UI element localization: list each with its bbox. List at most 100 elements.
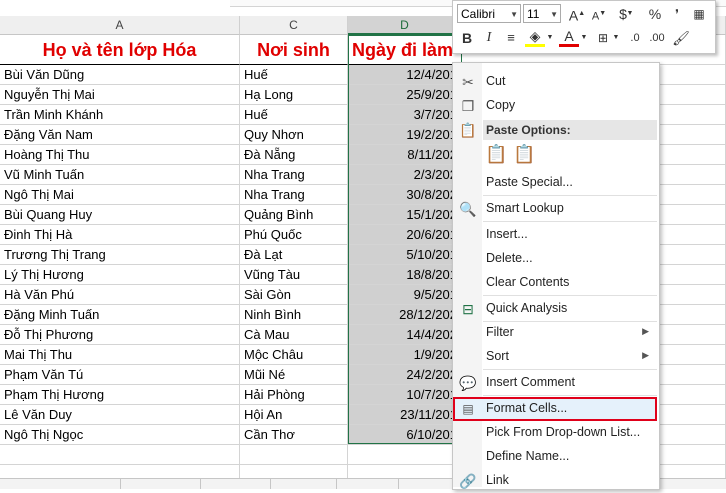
chevron-down-icon[interactable]: ▼ bbox=[579, 28, 589, 48]
empty-cell[interactable] bbox=[0, 445, 240, 465]
table-cell-place[interactable]: Nha Trang bbox=[240, 165, 348, 185]
table-cell-place[interactable]: Huế bbox=[240, 65, 348, 85]
table-cell-date[interactable]: 18/8/201 bbox=[348, 265, 462, 285]
format-painter-icon[interactable]: 🖌 bbox=[671, 28, 691, 48]
paste-keep-formatting-icon[interactable]: 📋 bbox=[485, 144, 507, 165]
menu-item-clear-contents[interactable]: Clear Contents bbox=[453, 271, 657, 295]
table-cell-place[interactable]: Cần Thơ bbox=[240, 425, 348, 445]
table-cell-date[interactable]: 15/1/202 bbox=[348, 205, 462, 225]
menu-item-quick-analysis[interactable]: ⊟ Quick Analysis bbox=[453, 297, 657, 321]
menu-item-insert-comment[interactable]: 💬 Insert Comment bbox=[453, 371, 657, 395]
chevron-down-icon[interactable]: ▼ bbox=[545, 28, 555, 48]
font-color-icon[interactable]: A bbox=[559, 28, 579, 47]
bold-icon[interactable]: B bbox=[457, 28, 477, 48]
table-cell-date[interactable]: 28/12/202 bbox=[348, 305, 462, 325]
table-cell-name[interactable]: Phạm Thị Hương bbox=[0, 385, 240, 405]
table-cell-name[interactable]: Bùi Quang Huy bbox=[0, 205, 240, 225]
table-cell-date[interactable]: 23/11/201 bbox=[348, 405, 462, 425]
table-cell-name[interactable]: Hoàng Thị Thu bbox=[0, 145, 240, 165]
table-cell-name[interactable]: Mai Thị Thu bbox=[0, 345, 240, 365]
table-cell-date[interactable]: 25/9/201 bbox=[348, 85, 462, 105]
table-cell-place[interactable]: Quảng Bình bbox=[240, 205, 348, 225]
table-cell-date[interactable]: 8/11/202 bbox=[348, 145, 462, 165]
align-center-icon[interactable]: ≡ bbox=[501, 28, 521, 48]
table-cell-place[interactable]: Cà Mau bbox=[240, 325, 348, 345]
table-cell-name[interactable]: Vũ Minh Tuấn bbox=[0, 165, 240, 185]
table-cell-date[interactable]: 2/3/202 bbox=[348, 165, 462, 185]
column-header-a[interactable]: A bbox=[0, 16, 240, 35]
table-cell-name[interactable]: Trần Minh Khánh bbox=[0, 105, 240, 125]
menu-item-define-name[interactable]: Define Name... bbox=[453, 445, 657, 469]
decrease-decimal-icon[interactable]: .00 bbox=[647, 28, 667, 48]
table-cell-name[interactable]: Bùi Văn Dũng bbox=[0, 65, 240, 85]
menu-item-copy[interactable]: ❐ Copy bbox=[453, 94, 657, 118]
table-cell-place[interactable]: Hội An bbox=[240, 405, 348, 425]
header-cell-place[interactable]: Nơi sinh bbox=[240, 35, 348, 65]
column-header-d[interactable]: D bbox=[348, 16, 462, 35]
table-cell-name[interactable]: Trương Thị Trang bbox=[0, 245, 240, 265]
menu-item-filter[interactable]: Filter ▶ bbox=[453, 321, 657, 345]
table-cell-name[interactable]: Ngô Thị Mai bbox=[0, 185, 240, 205]
table-cell-place[interactable]: Đà Nẵng bbox=[240, 145, 348, 165]
font-size-combo[interactable]: 11 ▼ bbox=[523, 4, 561, 23]
table-cell-date[interactable]: 12/4/201 bbox=[348, 65, 462, 85]
table-cell-name[interactable]: Nguyễn Thị Mai bbox=[0, 85, 240, 105]
table-cell-date[interactable]: 24/2/202 bbox=[348, 365, 462, 385]
table-cell-date[interactable]: 9/5/201 bbox=[348, 285, 462, 305]
decrease-font-size-icon[interactable]: A▼ bbox=[589, 4, 609, 24]
table-cell-place[interactable]: Phú Quốc bbox=[240, 225, 348, 245]
table-cell-place[interactable]: Vũng Tàu bbox=[240, 265, 348, 285]
table-cell-name[interactable]: Đỗ Thị Phương bbox=[0, 325, 240, 345]
menu-item-pick-dropdown[interactable]: Pick From Drop-down List... bbox=[453, 421, 657, 445]
menu-item-link[interactable]: 🔗 Link bbox=[453, 469, 657, 493]
menu-item-cut[interactable]: ✂ Cut bbox=[453, 70, 657, 94]
table-cell-date[interactable]: 19/2/201 bbox=[348, 125, 462, 145]
table-cell-place[interactable]: Đà Lạt bbox=[240, 245, 348, 265]
menu-item-insert[interactable]: Insert... bbox=[453, 223, 657, 247]
table-cell-place[interactable]: Mộc Châu bbox=[240, 345, 348, 365]
table-cell-name[interactable]: Lý Thị Hương bbox=[0, 265, 240, 285]
chevron-down-icon[interactable]: ▼ bbox=[550, 5, 558, 24]
table-cell-date[interactable]: 3/7/201 bbox=[348, 105, 462, 125]
comma-style-icon[interactable]: ❜ bbox=[667, 4, 687, 24]
italic-icon[interactable]: I bbox=[479, 28, 499, 48]
table-cell-name[interactable]: Đinh Thị Hà bbox=[0, 225, 240, 245]
menu-item-smart-lookup[interactable]: 🔍 Smart Lookup bbox=[453, 197, 657, 221]
table-cell-date[interactable]: 1/9/202 bbox=[348, 345, 462, 365]
table-cell-date[interactable]: 14/4/202 bbox=[348, 325, 462, 345]
empty-cell[interactable] bbox=[240, 445, 348, 465]
increase-font-size-icon[interactable]: A▲ bbox=[567, 4, 587, 24]
table-cell-name[interactable]: Đặng Văn Nam bbox=[0, 125, 240, 145]
table-cell-date[interactable]: 6/10/201 bbox=[348, 425, 462, 445]
borders-icon[interactable]: ⊞ bbox=[593, 28, 613, 48]
table-cell-name[interactable]: Hà Văn Phú bbox=[0, 285, 240, 305]
format-painter-table-icon[interactable]: ▦ bbox=[689, 4, 709, 24]
table-cell-place[interactable]: Huế bbox=[240, 105, 348, 125]
table-cell-name[interactable]: Đặng Minh Tuấn bbox=[0, 305, 240, 325]
table-cell-date[interactable]: 5/10/201 bbox=[348, 245, 462, 265]
table-cell-place[interactable]: Nha Trang bbox=[240, 185, 348, 205]
chevron-down-icon[interactable]: ▼ bbox=[510, 5, 518, 24]
column-header-c[interactable]: C bbox=[240, 16, 348, 35]
table-cell-place[interactable]: Hải Phòng bbox=[240, 385, 348, 405]
table-cell-place[interactable]: Ninh Bình bbox=[240, 305, 348, 325]
chevron-down-icon[interactable]: ▼ bbox=[611, 28, 621, 48]
table-cell-name[interactable]: Lê Văn Duy bbox=[0, 405, 240, 425]
fill-color-icon[interactable]: ◈ bbox=[525, 28, 545, 47]
empty-cell[interactable] bbox=[348, 445, 462, 465]
menu-item-format-cells[interactable]: ▤ Format Cells... bbox=[453, 397, 657, 421]
menu-item-delete[interactable]: Delete... bbox=[453, 247, 657, 271]
header-cell-date[interactable]: Ngày đi làm bbox=[348, 35, 462, 65]
table-cell-date[interactable]: 20/6/201 bbox=[348, 225, 462, 245]
table-cell-name[interactable]: Ngô Thị Ngọc bbox=[0, 425, 240, 445]
table-cell-place[interactable]: Hạ Long bbox=[240, 85, 348, 105]
menu-item-sort[interactable]: Sort ▶ bbox=[453, 345, 657, 369]
paste-values-icon[interactable]: 📋 bbox=[513, 144, 535, 165]
increase-decimal-icon[interactable]: .0 bbox=[625, 28, 645, 48]
percent-style-icon[interactable]: % bbox=[645, 4, 665, 24]
table-cell-place[interactable]: Mũi Né bbox=[240, 365, 348, 385]
table-cell-date[interactable]: 10/7/201 bbox=[348, 385, 462, 405]
menu-item-paste-special[interactable]: Paste Special... bbox=[453, 171, 657, 195]
font-name-combo[interactable]: Calibri ▼ bbox=[457, 4, 521, 23]
table-cell-place[interactable]: Quy Nhơn bbox=[240, 125, 348, 145]
